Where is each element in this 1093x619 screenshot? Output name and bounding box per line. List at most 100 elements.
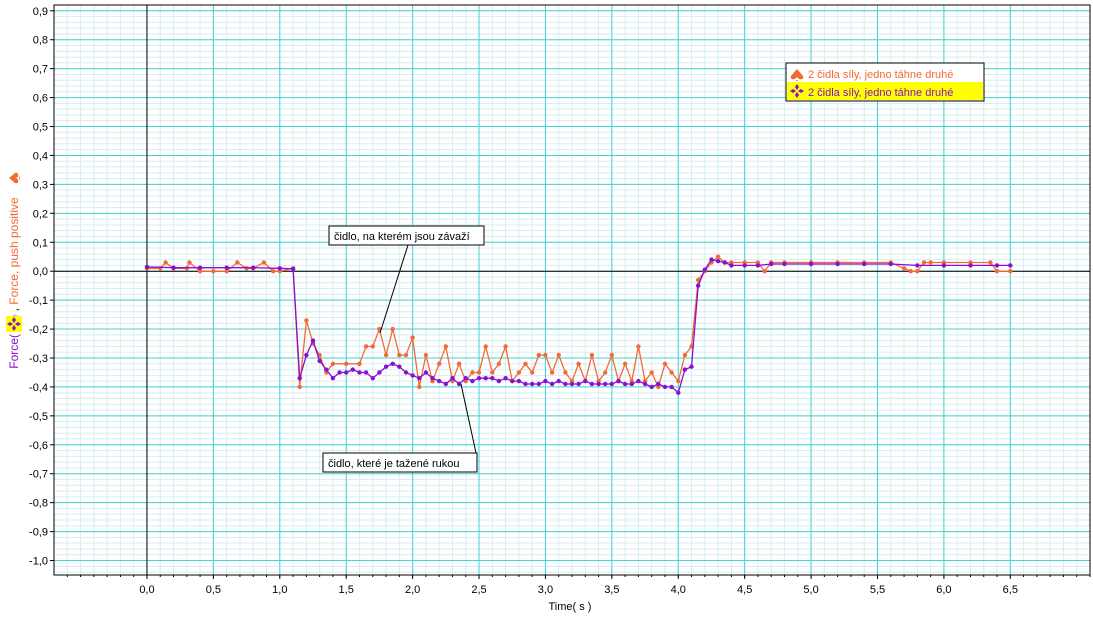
series-2-point [968,263,973,268]
y-tick-label: 0,4 [33,150,48,162]
y-tick-label: 0,8 [33,35,48,47]
series-2-point [629,381,634,387]
x-tick-label: 1,5 [339,584,354,596]
series-2-point [370,376,375,381]
x-tick-label: 2,5 [471,584,486,596]
series-1-point [163,260,168,265]
series-1-point [762,269,767,274]
series-1-point [609,352,614,358]
chart-canvas: 0,0 0,5 1,0 1,5 2,0 2,5 3,0 3,5 4,0 4,5 5,0 5,5 6,0 6… [6,4,1091,613]
series-2-point [669,384,674,390]
x-tick-label: 6,0 [936,584,951,596]
series-1-point [456,361,462,366]
series-2-point [403,370,409,375]
series-2-point [430,376,435,381]
series-1-point [235,260,240,265]
series-2-point [523,381,528,387]
series-1-point [523,361,528,366]
series-2-point [642,381,648,387]
series-2-point [682,367,688,372]
y-axis-label: Force( N ) , Force, push positive [7,197,21,369]
series-2-point [363,370,369,375]
series-1-point [543,352,548,358]
series-1-point [403,352,409,358]
series-2-point [536,381,541,387]
series-2-point [576,381,581,387]
x-axis-label: Time( s ) [549,601,592,613]
y-tick-label: -0,1 [29,295,48,307]
x-tick-label: 3,5 [604,584,619,596]
series-1-point [516,370,522,375]
series-1-point [443,344,448,349]
series-1-point [437,361,442,366]
series-2-point [350,367,355,372]
x-tick-label: 6,5 [1003,584,1018,596]
series-1-point [603,370,608,375]
series-2-point [443,381,448,387]
series-1-point [344,361,349,366]
series-2-point [589,381,595,387]
series-2-point [782,261,787,267]
series-1-point [304,318,309,323]
series-1-point [563,370,568,375]
x-tick-label: 2,0 [405,584,420,596]
series-1-point [187,260,192,265]
x-tick-label: 5,5 [870,584,885,596]
y-tick-label: -0,7 [29,469,48,481]
y-tick-label: -0,9 [29,527,48,539]
series-2-point [715,258,721,264]
series-2-point [297,376,302,381]
series-1-point [211,269,216,274]
series-2-point [769,261,774,267]
series-1-point [988,260,993,265]
series-1-point [928,260,933,265]
series-2-point [709,257,714,262]
series-1-point [297,384,302,390]
y-tick-label: 0,0 [33,266,48,278]
series-2-point [171,265,176,270]
series-1-point [576,361,581,366]
series-2-point [862,261,867,267]
series-2-point [888,261,893,267]
legend: 2 čidla síly, jedno táhne druhé 2 čidla … [785,62,985,102]
series-1-point [363,344,369,349]
series-2-point [330,376,336,381]
series-2-point [251,265,256,270]
series-1-point [397,352,402,358]
series-2-point [490,376,495,381]
series-2-point [450,376,455,381]
series-2-point [344,370,349,375]
series-2-point [470,378,475,384]
series-2-point [476,376,482,381]
series-1-point [261,260,267,265]
series-2-point [603,381,608,387]
annotation-2-text: čidlo, které je tažené rukou [328,458,459,470]
series-1-point [410,335,415,340]
x-tick-label: 0,0 [139,584,154,596]
y-tick-label: -1,0 [29,556,48,568]
series-1-point [549,370,555,375]
series-2-point [310,338,316,343]
series-2-point [290,266,296,272]
series-2-point [496,378,502,384]
x-tick-label: 4,0 [671,584,686,596]
series-2-point [549,381,555,387]
series-2-point [596,381,601,387]
x-tick-label: 5,0 [803,584,818,596]
series-1-point [908,269,913,274]
series-2-point [463,376,468,381]
y-tick-label: -0,5 [29,411,48,423]
series-2-point [304,352,309,358]
series-2-point [696,283,701,288]
legend-item-2-label: 2 čidla síly, jedno táhne druhé [808,87,953,99]
series-2-point [583,378,588,384]
series-1-point [390,326,395,332]
y-tick-label: -0,2 [29,324,48,336]
series-2-point [755,263,761,268]
series-2-point [636,378,641,384]
series-1-point [715,254,721,259]
series-2-point [941,263,947,268]
series-2-point [729,263,734,268]
series-2-point [516,378,522,384]
series-2-point [530,381,535,387]
